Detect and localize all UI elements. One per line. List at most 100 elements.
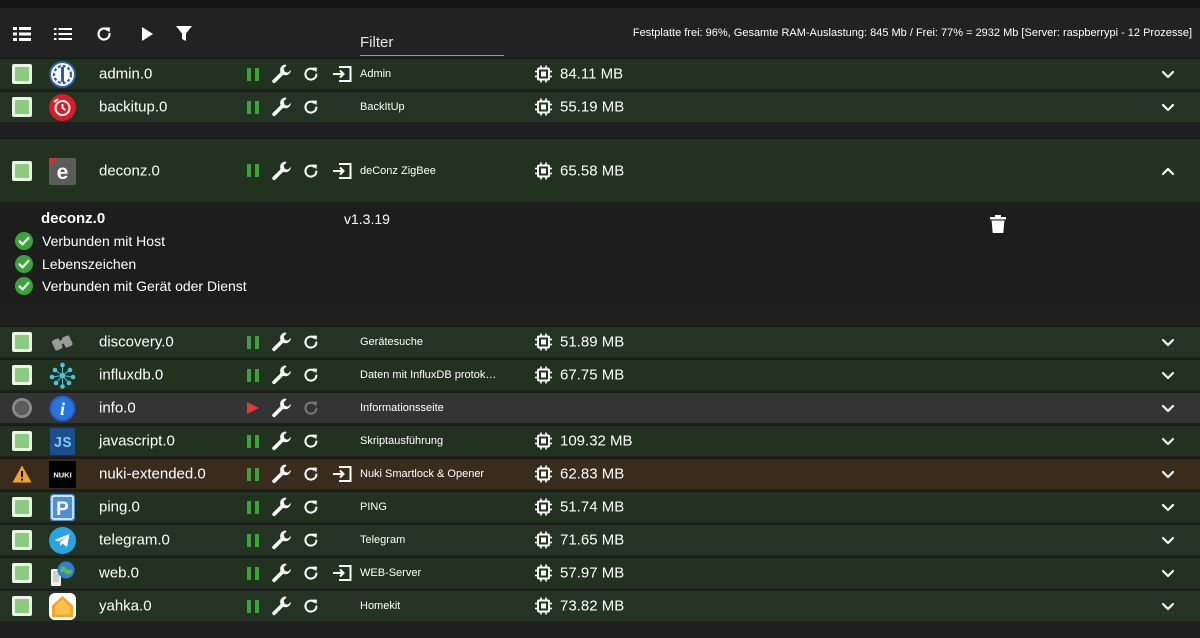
adapter-name: telegram.0 [99,531,170,549]
pause-icon[interactable] [246,464,260,484]
wrench-icon[interactable] [272,464,292,484]
pause-icon[interactable] [246,97,260,117]
start-icon[interactable] [246,398,260,418]
chevron-down-icon[interactable] [1160,66,1176,82]
adapter-title: Daten mit InfluxDB protokollieren [360,369,500,381]
adapter-row: JS javascript.0 Skriptausführung 109.32 MB [0,425,1200,456]
list-detail-icon[interactable] [52,24,74,44]
wrench-icon[interactable] [272,64,292,84]
pause-icon[interactable] [246,365,260,385]
wrench-icon[interactable] [272,530,292,550]
wrench-icon[interactable] [272,431,292,451]
checkbox[interactable] [12,64,32,84]
filter-icon[interactable] [173,24,195,44]
chevron-down-icon[interactable] [1160,466,1176,482]
pause-icon[interactable] [246,497,260,517]
open-link-icon[interactable] [332,161,352,181]
pause-icon[interactable] [246,431,260,451]
wrench-icon[interactable] [272,563,292,583]
adapter-name: yahka.0 [99,597,152,615]
chevron-down-icon[interactable] [1160,499,1176,515]
restart-icon[interactable] [303,596,319,616]
cpu-icon [535,432,552,450]
chevron-down-icon[interactable] [1160,99,1176,115]
pause-icon[interactable] [246,563,260,583]
backitup-logo-icon [49,94,76,121]
chevron-down-icon[interactable] [1160,565,1176,581]
detail-version: v1.3.19 [344,211,390,227]
checkbox[interactable] [12,332,32,352]
wrench-icon[interactable] [272,332,292,352]
restart-icon[interactable] [303,563,319,583]
chevron-up-icon[interactable] [1160,163,1176,179]
web-logo-icon [49,560,76,587]
open-link-icon[interactable] [332,563,352,583]
open-link-icon[interactable] [332,64,352,84]
chevron-down-icon[interactable] [1160,433,1176,449]
chevron-down-icon[interactable] [1160,367,1176,383]
checkbox[interactable] [12,497,32,517]
wrench-icon[interactable] [272,161,292,181]
javascript-logo-icon: JS [49,428,76,455]
adapter-row: e deconz.0 deConz ZigBee 65.58 MB [0,138,1200,202]
ping-logo-icon: P [49,494,76,521]
memory-value: 62.83 MB [560,465,625,483]
checkbox[interactable] [12,596,32,616]
adapter-row: admin.0 Admin 84.11 MB [0,58,1200,89]
check-circle-icon [15,277,33,295]
chevron-down-icon[interactable] [1160,400,1176,416]
memory-value: 57.97 MB [560,564,625,582]
pause-icon[interactable] [246,332,260,352]
adapter-title: BackItUp [360,101,405,113]
adapter-name: info.0 [99,399,136,417]
pause-icon[interactable] [246,64,260,84]
restart-icon[interactable] [303,530,319,550]
pause-icon[interactable] [246,530,260,550]
wrench-icon[interactable] [272,398,292,418]
adapter-title: WEB-Server [360,567,422,579]
memory-usage: 62.83 MB [535,465,625,483]
restart-icon[interactable] [303,64,319,84]
chevron-down-icon[interactable] [1160,532,1176,548]
wrench-icon[interactable] [272,365,292,385]
memory-usage: 55.19 MB [535,98,624,116]
checkbox[interactable] [12,160,32,181]
pause-icon[interactable] [246,596,260,616]
chevron-down-icon[interactable] [1160,598,1176,614]
list-icon[interactable] [11,24,33,44]
trash-icon[interactable] [990,215,1006,233]
system-info: Festplatte frei: 96%, Gesamte RAM-Auslas… [632,27,1192,39]
restart-icon[interactable] [303,161,319,181]
telegram-logo-icon [49,527,76,554]
info-logo-icon: i [49,395,76,422]
checkbox[interactable] [12,563,32,583]
filter-input[interactable] [360,30,504,55]
restart-icon[interactable] [303,497,319,517]
restart-icon[interactable] [303,332,319,352]
warning-icon [12,464,32,484]
play-icon[interactable] [136,24,158,44]
checkbox[interactable] [12,365,32,385]
adapter-row: i info.0 Informationsseite [0,392,1200,423]
checkbox[interactable] [12,431,32,451]
checkbox[interactable] [12,530,32,550]
memory-usage: 51.89 MB [535,333,624,351]
checkbox[interactable] [12,97,32,117]
pause-icon[interactable] [246,161,260,181]
admin-logo-icon [49,61,76,88]
open-link-icon[interactable] [332,464,352,484]
filter-field [360,30,504,56]
detail-adapter-name: deconz.0 [41,210,106,227]
cpu-icon [535,498,552,516]
refresh-icon[interactable] [93,24,115,44]
restart-icon[interactable] [303,464,319,484]
chevron-down-icon[interactable] [1160,334,1176,350]
wrench-icon[interactable] [272,596,292,616]
wrench-icon[interactable] [272,497,292,517]
adapter-name: deconz.0 [99,162,160,179]
restart-icon[interactable] [303,365,319,385]
restart-icon[interactable] [303,431,319,451]
adapter-row: telegram.0 Telegram 71.65 MB [0,524,1200,555]
wrench-icon[interactable] [272,97,292,117]
restart-icon[interactable] [303,97,319,117]
